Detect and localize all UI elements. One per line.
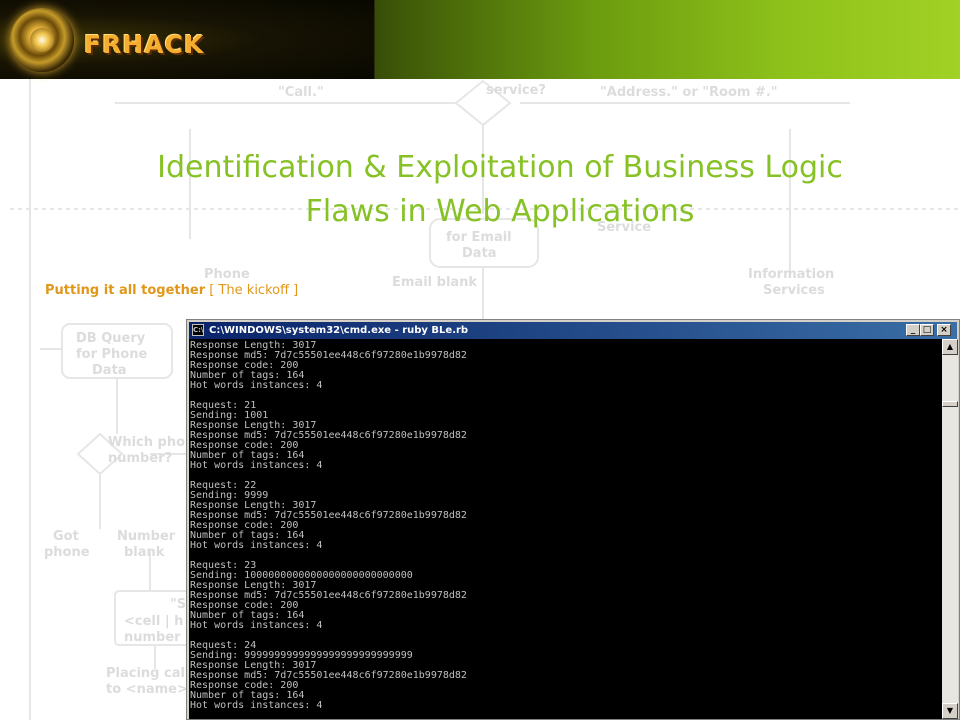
bg-label: service? — [486, 83, 546, 98]
bg-label: <cell | h — [124, 614, 184, 629]
bg-label: "S — [170, 597, 187, 612]
console-line: Response md5: 7d7c55501ee448c6f97280e1b9… — [190, 430, 467, 441]
console-line: Hot words instances: 4 — [190, 620, 323, 631]
console-titlebar[interactable]: C:\ C:\WINDOWS\system32\cmd.exe - ruby B… — [189, 322, 957, 339]
bg-label: to <name> — [106, 682, 188, 697]
slide-subtitle: Putting it all together [ The kickoff ] — [45, 283, 298, 298]
bg-label: Data — [92, 363, 127, 378]
console-text: Response Length: 3017 Response md5: 7d7c5… — [189, 339, 942, 719]
console-line: Request: 21 — [190, 400, 257, 411]
bg-label: Email blank — [392, 275, 478, 290]
bg-label: number? — [108, 451, 173, 466]
console-window[interactable]: C:\ C:\WINDOWS\system32\cmd.exe - ruby B… — [186, 319, 960, 720]
header-banner: FRHACK — [0, 0, 960, 79]
bg-label: Placing call — [106, 666, 190, 681]
close-button[interactable]: × — [937, 324, 951, 336]
subtitle-bold: Putting it all together — [45, 283, 206, 298]
console-line: Request: 22 — [190, 480, 257, 491]
slide-title-line-2: Flaws in Web Applications — [305, 194, 695, 229]
bg-label: Which phon — [108, 435, 195, 450]
scrollbar-thumb[interactable] — [942, 401, 958, 407]
bg-label: number — [124, 630, 181, 645]
bg-label: DB Query — [76, 331, 146, 346]
minimize-button[interactable]: _ — [906, 324, 920, 336]
console-line: Hot words instances: 4 — [190, 380, 323, 391]
console-title: C:\WINDOWS\system32\cmd.exe - ruby BLe.r… — [209, 325, 469, 336]
logo: FRHACK — [0, 0, 375, 79]
console-line: Response md5: 7d7c55501ee448c6f97280e1b9… — [190, 510, 467, 521]
maximize-button[interactable]: □ — [920, 324, 934, 336]
bg-label: Number — [117, 529, 176, 544]
bg-label: blank — [124, 545, 165, 560]
console-line: Response md5: 7d7c55501ee448c6f97280e1b9… — [190, 590, 467, 601]
bg-label: "Call." — [278, 85, 324, 100]
bg-label: for Phone — [76, 347, 148, 362]
console-line: Response md5: 7d7c55501ee448c6f97280e1b9… — [190, 350, 467, 361]
slide-title: Identification & Exploitation of Busines… — [100, 146, 900, 234]
scroll-down-arrow-icon[interactable]: ▼ — [942, 703, 958, 719]
console-line: Response md5: 7d7c55501ee448c6f97280e1b9… — [190, 670, 467, 681]
vertical-scrollbar[interactable]: ▲ ▼ — [942, 339, 958, 719]
bg-label: Information — [748, 267, 835, 282]
logo-emblem-icon — [10, 8, 74, 72]
scroll-up-arrow-icon[interactable]: ▲ — [942, 339, 958, 355]
console-line: Hot words instances: 4 — [190, 460, 323, 471]
console-line: Hot words instances: 4 — [190, 540, 323, 551]
bg-label: Phone — [204, 267, 250, 282]
console-app-icon[interactable]: C:\ — [192, 324, 204, 336]
console-line: Hot words instances: 4 — [190, 700, 323, 711]
subtitle-rest: [ The kickoff ] — [205, 283, 299, 298]
console-output[interactable]: Response Length: 3017 Response md5: 7d7c5… — [189, 339, 942, 719]
bg-label: Data — [462, 246, 497, 261]
bg-label: "Address." or "Room #." — [600, 85, 778, 100]
slide-title-line-1: Identification & Exploitation of Busines… — [157, 150, 843, 185]
bg-label: phone — [44, 545, 90, 560]
logo-text: FRHACK — [84, 30, 205, 59]
bg-label: Got — [53, 529, 79, 544]
bg-label: Services — [763, 283, 825, 298]
